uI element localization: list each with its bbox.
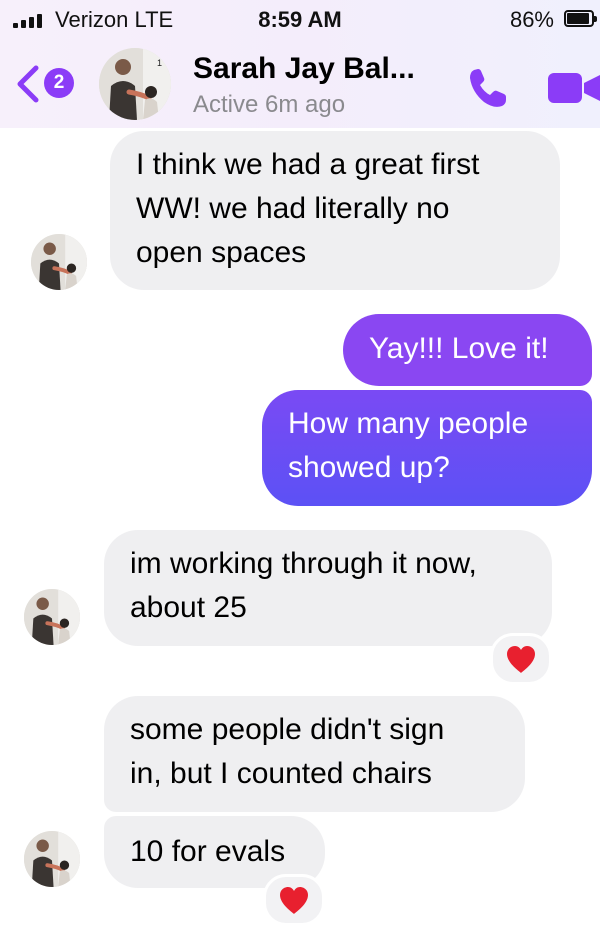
message-line: showed up?	[288, 451, 450, 484]
message-line: open spaces	[136, 236, 307, 269]
message-line: about 25	[130, 591, 247, 624]
message-line: im working through it now,	[130, 547, 477, 580]
message-line: in, but I counted chairs	[130, 757, 432, 790]
contact-avatar[interactable]: 1	[99, 48, 171, 120]
status-bar: Verizon LTE 8:59 AM 86%	[0, 0, 600, 40]
heart-icon	[507, 646, 535, 673]
phone-icon	[470, 69, 506, 107]
battery-icon	[564, 10, 597, 27]
message-reaction[interactable]	[263, 874, 325, 926]
contact-name[interactable]: Sarah Jay Bal...	[193, 52, 415, 86]
contact-avatar[interactable]	[31, 234, 87, 290]
message-line: Yay!!! Love it!	[369, 332, 549, 365]
back-button[interactable]: 2	[14, 60, 74, 104]
message-bubble-incoming[interactable]: some people didn't sign in, but I counte…	[104, 696, 525, 812]
message-bubble-outgoing[interactable]: Yay!!! Love it!	[343, 314, 592, 386]
conversation-header: 2 1 Sarah Jay Bal... Active 6m ago	[0, 40, 600, 128]
message-reaction[interactable]	[490, 633, 552, 685]
chevron-left-icon	[17, 65, 39, 103]
unread-count-badge: 2	[44, 68, 74, 98]
message-line: I think we had a great first	[136, 148, 480, 181]
message-line: How many people	[288, 407, 529, 440]
contact-avatar[interactable]	[24, 831, 80, 887]
svg-text:1: 1	[157, 58, 162, 68]
battery-percentage: 86%	[509, 7, 554, 32]
video-call-button[interactable]	[546, 72, 600, 104]
heart-icon	[280, 887, 308, 914]
call-button[interactable]	[464, 64, 512, 112]
message-bubble-incoming[interactable]: im working through it now, about 25	[104, 530, 552, 646]
contact-avatar[interactable]	[24, 589, 80, 645]
message-line: WW! we had literally no	[136, 192, 450, 225]
message-bubble-outgoing[interactable]: How many people showed up?	[262, 390, 592, 506]
message-line: 10 for evals	[130, 835, 286, 868]
video-camera-icon	[548, 73, 600, 103]
active-status: Active 6m ago	[193, 91, 346, 118]
message-bubble-incoming[interactable]: I think we had a great first WW! we had …	[110, 131, 560, 290]
message-line: some people didn't sign	[130, 713, 445, 746]
